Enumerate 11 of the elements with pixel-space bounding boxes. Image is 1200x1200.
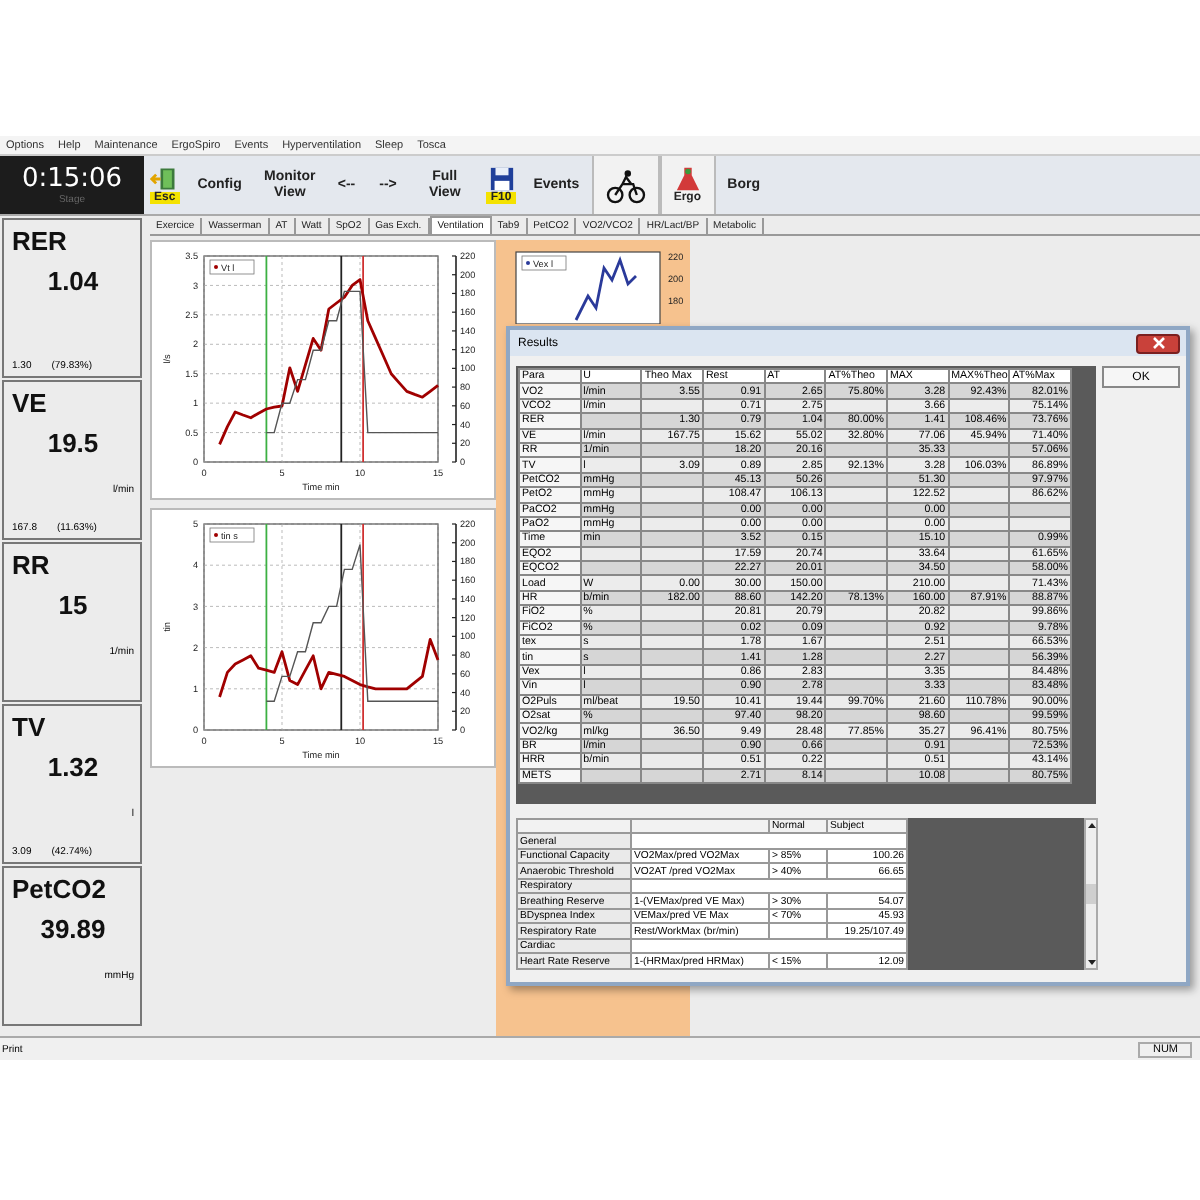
metric-value: 1.32 [47,752,99,782]
metric-label: PetCO2 [12,874,106,904]
metric-value: 39.89 [40,914,106,944]
metric-label: VE [12,388,47,418]
metric-value: 1.04 [47,266,99,296]
metric-label: RR [12,550,50,580]
elapsed-time: 0:15:06 [21,164,123,194]
metric-label: RER [12,226,67,256]
metric-value: 15 [58,590,88,620]
metric-value: 19.5 [47,428,99,458]
metric-label: TV [12,712,46,742]
